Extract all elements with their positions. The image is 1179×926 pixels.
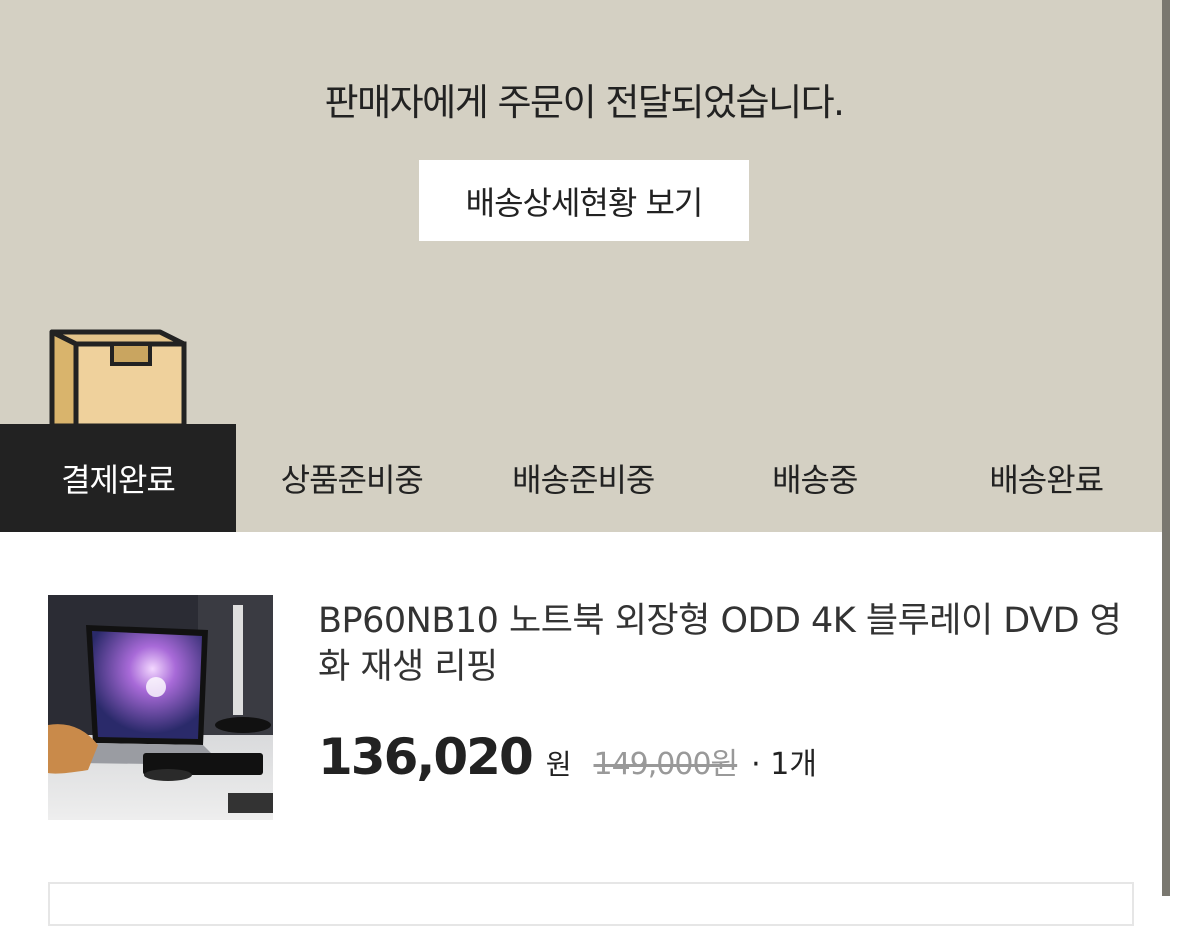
- order-status-message: 판매자에게 주문이 전달되었습니다.: [324, 81, 845, 124]
- product-name[interactable]: BP60NB10 노트북 외장형 ODD 4K 블루레이 DVD 영화 재생 리…: [318, 598, 1138, 690]
- original-price: 149,000원: [593, 747, 739, 782]
- tab-preparing-product[interactable]: 상품준비중: [236, 424, 468, 532]
- scrollbar-thumb[interactable]: [1162, 0, 1170, 896]
- product-photo: [48, 595, 273, 820]
- price-row: 136,020 원 149,000원 · 1개: [318, 728, 817, 792]
- sale-price: 136,020: [318, 728, 534, 786]
- tab-preparing-shipment[interactable]: 배송준비중: [467, 424, 699, 532]
- tab-delivered[interactable]: 배송완료: [930, 424, 1162, 532]
- tab-payment-complete[interactable]: 결제완료: [0, 424, 236, 532]
- price-currency: 원: [545, 748, 572, 781]
- order-progress-tabs: 결제완료 상품준비중 배송준비중 배송중 배송완료: [0, 424, 1162, 532]
- product-image[interactable]: [48, 595, 273, 820]
- next-section-card: [48, 882, 1134, 926]
- box-icon: [49, 329, 187, 426]
- delivery-detail-button[interactable]: 배송상세현황 보기: [419, 160, 749, 241]
- tab-shipping[interactable]: 배송중: [699, 424, 931, 532]
- quantity: · 1개: [751, 747, 817, 782]
